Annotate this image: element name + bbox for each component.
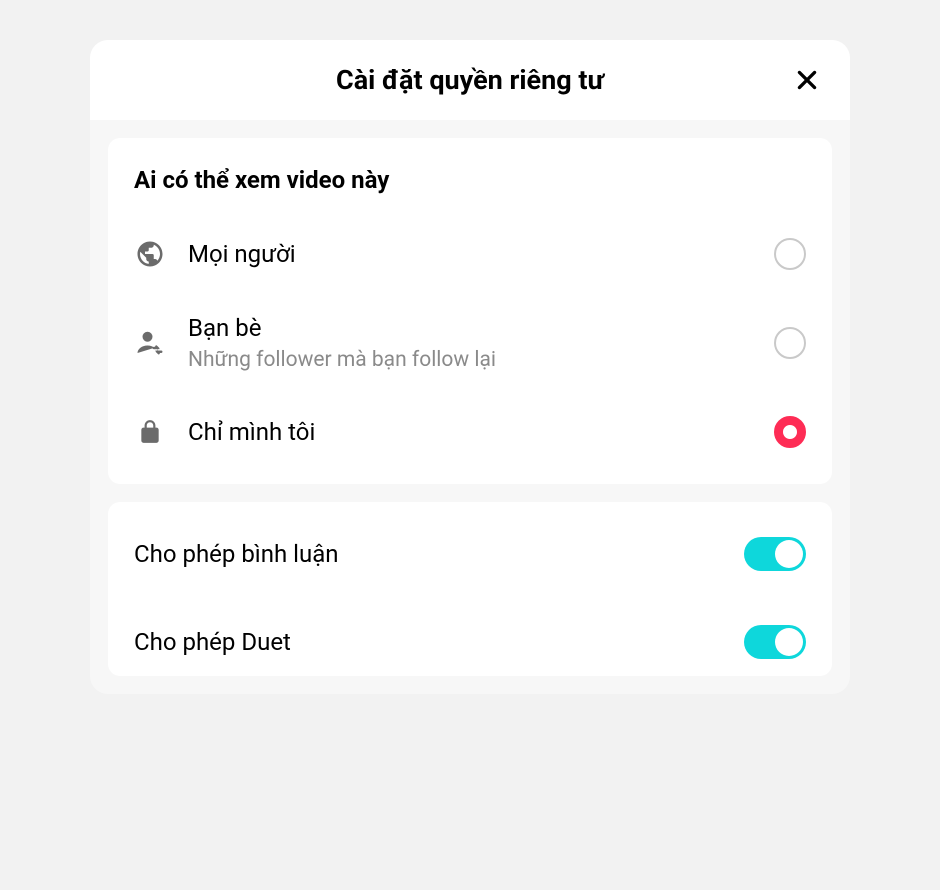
option-label: Mọi người [188,240,752,268]
radio-indicator [774,327,806,359]
friends-icon [134,327,166,359]
radio-indicator [774,238,806,270]
allow-comments-row[interactable]: Cho phép bình luận [134,530,806,578]
visibility-option-only-me[interactable]: Chỉ mình tôi [134,408,806,456]
allow-comments-toggle[interactable] [744,537,806,571]
toggle-label: Cho phép bình luận [134,540,339,568]
sheet-header: Cài đặt quyền riêng tư [90,40,850,120]
visibility-option-everyone[interactable]: Mọi người [134,230,806,278]
globe-icon [134,238,166,270]
close-button[interactable] [790,63,824,97]
lock-icon [134,416,166,448]
visibility-card: Ai có thể xem video này Mọi người [108,138,832,484]
option-label: Chỉ mình tôi [188,418,752,446]
toggle-label: Cho phép Duet [134,628,291,656]
privacy-settings-sheet: Cài đặt quyền riêng tư Ai có thể xem vid… [90,40,850,694]
visibility-section-title: Ai có thể xem video này [134,166,806,194]
close-icon [794,67,820,93]
option-sublabel: Những follower mà bạn follow lại [188,348,752,372]
allow-duet-toggle[interactable] [744,625,806,659]
permissions-card: Cho phép bình luận Cho phép Duet [108,502,832,676]
radio-indicator-selected [774,416,806,448]
sheet-title: Cài đặt quyền riêng tư [336,64,604,96]
visibility-option-friends[interactable]: Bạn bè Những follower mà bạn follow lại [134,314,806,372]
option-label: Bạn bè [188,314,752,342]
allow-duet-row[interactable]: Cho phép Duet [134,618,806,666]
